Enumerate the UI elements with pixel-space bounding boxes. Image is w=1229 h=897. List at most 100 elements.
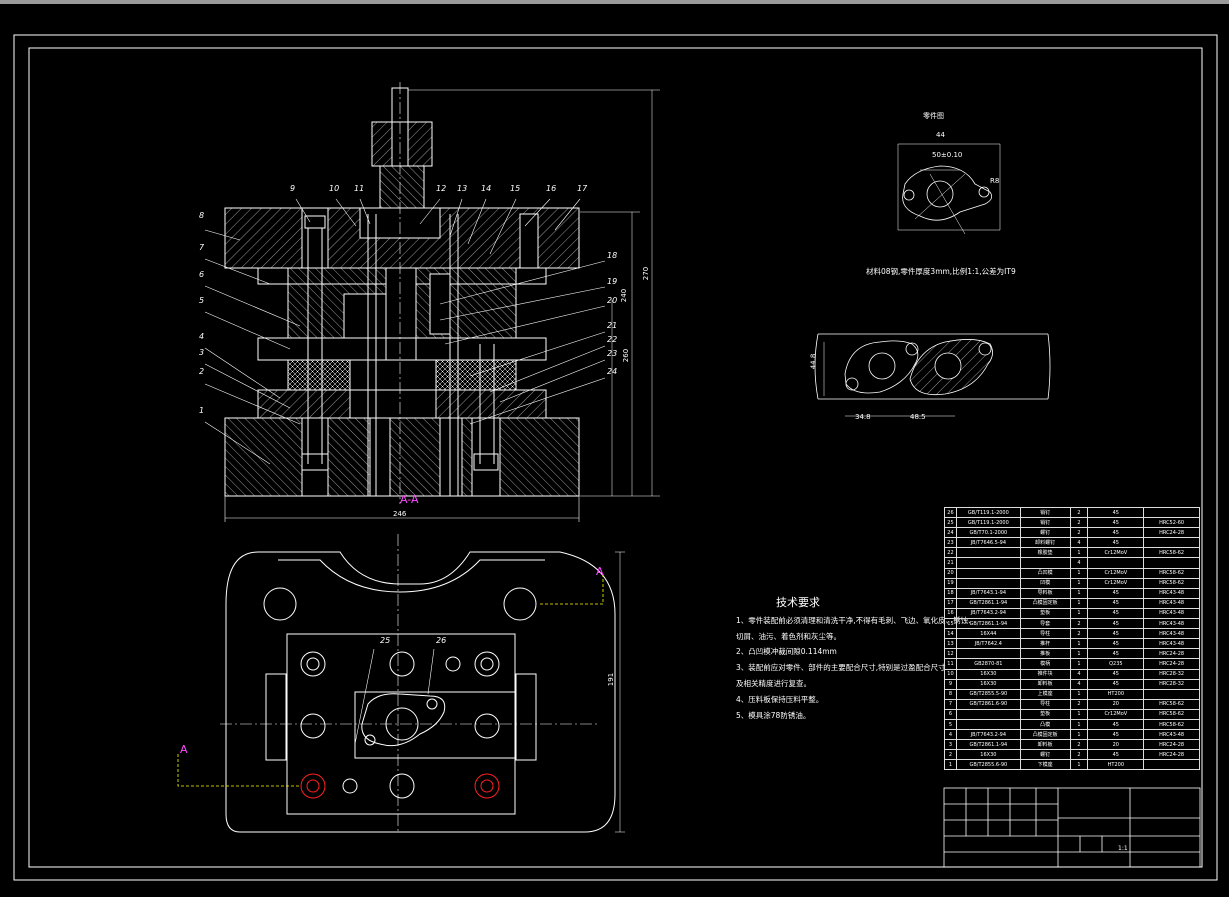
section-view-a-a[interactable] — [204, 82, 660, 522]
bom-cell: Q235 — [1087, 658, 1145, 670]
height-dim: 191 — [607, 672, 616, 687]
part-num-22: 22 — [607, 335, 618, 344]
bom-cell: 4 — [1069, 678, 1089, 690]
bom-cell: 4 — [1069, 668, 1089, 680]
bom-cell — [955, 718, 1021, 731]
bom-cell: 4 — [944, 729, 957, 741]
bom-cell: 12 — [944, 648, 957, 660]
bom-cell: 5 — [944, 718, 957, 731]
bom-cell: 15 — [944, 618, 957, 630]
bom-cell — [1143, 537, 1200, 549]
strip-dim-1: 34.8 — [855, 413, 871, 421]
bom-cell: 18 — [944, 587, 957, 599]
strip-dim-3: 44.8 — [809, 353, 818, 370]
bom-cell: 23 — [944, 537, 957, 549]
table-row: 15 GB/T2861.1-94 导套 2 45 HRC43-48 — [944, 618, 1200, 630]
bom-cell: 凸凹模 — [1019, 567, 1071, 579]
bom-cell: 3 — [944, 739, 957, 751]
table-row: 14 16X44 导柱 2 45 HRC43-48 — [944, 628, 1200, 640]
table-row: 10 16X30 推件块 4 45 HRC28-32 — [944, 668, 1200, 680]
bom-cell: 1 — [1069, 547, 1089, 559]
bom-cell: HRC58-62 — [1143, 567, 1200, 579]
bom-cell: 1 — [1069, 688, 1089, 700]
part-num-7: 7 — [199, 243, 205, 252]
bom-cell: Cr12MoV — [1087, 547, 1145, 559]
table-row: 8 GB/T2855.5-90 上模座 1 HT200 — [944, 688, 1200, 700]
bom-cell: HRC43-48 — [1143, 638, 1200, 650]
bom-cell — [955, 567, 1021, 579]
bom-cell: GB/T2861.1-94 — [955, 618, 1021, 630]
bom-cell: 45 — [1087, 628, 1145, 640]
part-num-14: 14 — [481, 184, 492, 193]
bom-cell: HRC43-48 — [1143, 597, 1200, 609]
bom-cell — [1143, 506, 1200, 519]
bom-cell: HRC58-62 — [1143, 577, 1200, 589]
plan-view[interactable] — [177, 534, 625, 834]
bom-cell: 45 — [1087, 678, 1145, 690]
bom-cell: 25 — [944, 517, 957, 529]
bom-cell: 垫板 — [1019, 708, 1071, 720]
part-num-1: 1 — [199, 406, 205, 415]
bom-cell: 凹模 — [1019, 577, 1071, 589]
bom-cell: 1 — [1069, 729, 1089, 741]
table-row: 21 4 — [944, 557, 1200, 569]
part-num-2: 2 — [199, 367, 205, 376]
bom-cell: 1 — [1069, 567, 1089, 579]
bom-cell: 45 — [1087, 729, 1145, 741]
bom-cell: 45 — [1087, 607, 1145, 620]
bom-cell: GB/T2861.1-94 — [955, 739, 1021, 751]
bom-cell: Cr12MoV — [1087, 708, 1145, 720]
section-label: A-A — [400, 493, 419, 506]
bom-cell: 45 — [1087, 517, 1145, 529]
part-num-19: 19 — [607, 277, 618, 286]
part-num-15: 15 — [510, 184, 521, 193]
bom-cell: HRC28-32 — [1143, 668, 1200, 680]
tech-req-item: 1、零件装配前必须清理和清洗干净,不得有毛刺、飞边、氧化皮、锈蚀、 — [736, 616, 976, 625]
bom-cell: 45 — [1087, 638, 1145, 650]
strip-layout[interactable] — [814, 333, 1051, 417]
tech-req-item: 4、压料板保持压料平整。 — [736, 695, 824, 704]
bom-cell: 16X30 — [955, 668, 1021, 680]
bom-cell: 1 — [1069, 597, 1089, 609]
bom-cell: 导柱 — [1019, 698, 1071, 710]
bom-cell: Cr12MoV — [1087, 567, 1145, 579]
bom-cell: 45 — [1087, 527, 1145, 539]
bom-cell: 4 — [1069, 537, 1089, 549]
bom-cell: 下模座 — [1019, 759, 1071, 771]
bom-cell: 1 — [1069, 648, 1089, 660]
part-num-21: 21 — [607, 321, 618, 330]
bom-cell: JB/T7642.4 — [955, 638, 1021, 650]
bom-cell: HRC58-62 — [1143, 708, 1200, 720]
bom-cell: 凸模固定板 — [1019, 729, 1071, 741]
table-row: 4 JB/T7643.2-94 凸模固定板 1 45 HRC43-48 — [944, 729, 1200, 741]
bom-cell: 16X44 — [955, 628, 1021, 640]
table-row: 13 JB/T7642.4 推杆 1 45 HRC43-48 — [944, 638, 1200, 650]
bom-cell: HRC58-62 — [1143, 718, 1200, 731]
table-row: 2 16X30 螺钉 2 45 HRC24-28 — [944, 749, 1200, 761]
bom-cell: 2 — [1069, 698, 1089, 710]
bom-cell: 2 — [1069, 739, 1089, 751]
bom-cell: HRC28-32 — [1143, 678, 1200, 690]
bom-cell: GB/T119.1-2000 — [955, 506, 1021, 519]
part-num-25: 25 — [380, 636, 391, 645]
bom-cell: JB/T7643.1-94 — [955, 587, 1021, 599]
part-num-11: 11 — [354, 184, 365, 193]
bom-cell: 销钉 — [1019, 506, 1071, 519]
bom-cell — [955, 648, 1021, 660]
bom-cell: 1 — [1069, 577, 1089, 589]
bom-cell — [1019, 557, 1071, 569]
part-num-18: 18 — [607, 251, 618, 260]
bom-cell: HRC43-48 — [1143, 618, 1200, 630]
view-marker-left: A — [180, 743, 188, 756]
strip-dim-2: 48.5 — [910, 413, 926, 421]
tech-req-title: 技术要求 — [776, 596, 820, 609]
bom-cell: 11 — [944, 658, 957, 670]
bom-cell: 45 — [1087, 537, 1145, 549]
view-marker-right: A — [596, 565, 604, 578]
part-dim-44: 44 — [936, 131, 945, 139]
bom-cell: 销钉 — [1019, 517, 1071, 529]
bom-cell: 橡胶垫 — [1019, 547, 1071, 559]
bom-cell: HRC58-62 — [1143, 547, 1200, 559]
part-num-3: 3 — [199, 348, 205, 357]
bom-cell: 推杆 — [1019, 638, 1071, 650]
